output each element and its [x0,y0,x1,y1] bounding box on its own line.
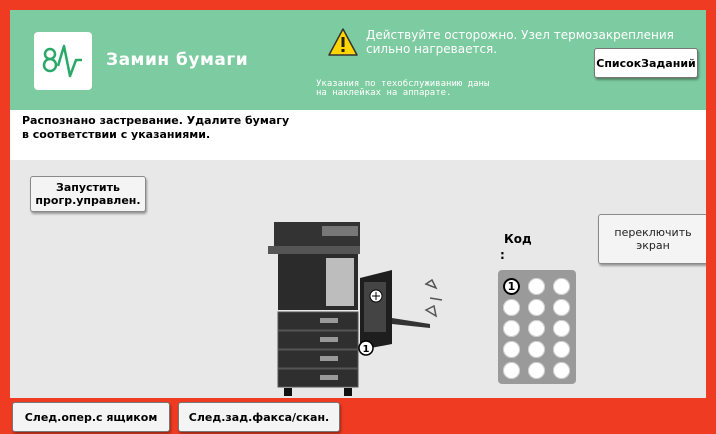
start-guidance-button[interactable]: Запустить прогр.управлен. [30,176,146,212]
jam-instruction-text: Распознано застревание. Удалите бумагу в… [22,114,290,141]
screen-frame: Замин бумаги Действуйте осторожно. Узел … [0,0,716,434]
paper-tray-4 [277,368,359,388]
keypad-key[interactable] [503,341,520,358]
page-title: Замин бумаги [106,50,249,70]
keypad-key[interactable] [528,341,545,358]
job-list-button[interactable]: СписокЗаданий [594,48,698,78]
keypad-key[interactable] [503,299,520,316]
keypad-key[interactable] [528,278,545,295]
keypad-key[interactable] [553,278,570,295]
switch-screen-button[interactable]: переключить экран [598,214,706,264]
code-colon: : [500,248,505,262]
code-label: Код [504,232,532,246]
jam-wave-logo-icon [42,44,82,78]
printer-jam-diagram: 1 [268,222,443,396]
keypad-key[interactable] [528,320,545,337]
keypad-key[interactable] [553,320,570,337]
header: Замин бумаги Действуйте осторожно. Узел … [10,10,706,110]
maintenance-hint: Указания по техобслуживанию даны на накл… [316,79,490,98]
keypad-key[interactable] [553,341,570,358]
keypad-key[interactable] [503,362,520,379]
message-bar: Распознано застревание. Удалите бумагу в… [10,110,706,160]
warning-triangle-icon [328,28,358,56]
keypad-key[interactable] [553,299,570,316]
keypad-key[interactable] [528,299,545,316]
paper-tray-1 [277,311,359,331]
jam-flash-marks [424,278,443,318]
pointing-hand-icon [369,289,383,303]
code-keypad: 1 [498,270,576,384]
next-tray-operation-button[interactable]: След.опер.с ящиком [12,402,170,432]
paper-tray-3 [277,349,359,369]
next-fax-scan-job-button[interactable]: След.зад.факса/скан. [178,402,340,432]
paper-tray-2 [277,330,359,350]
jam-marker-number: 1 [363,344,370,355]
control-panel [322,226,358,236]
keypad-key-1[interactable]: 1 [503,278,520,295]
keypad-key[interactable] [528,362,545,379]
jam-logo [34,32,92,90]
bottom-action-bar: След.опер.с ящиком След.зад.факса/скан. [10,398,706,434]
keypad-key[interactable] [503,320,520,337]
keypad-key[interactable] [553,362,570,379]
